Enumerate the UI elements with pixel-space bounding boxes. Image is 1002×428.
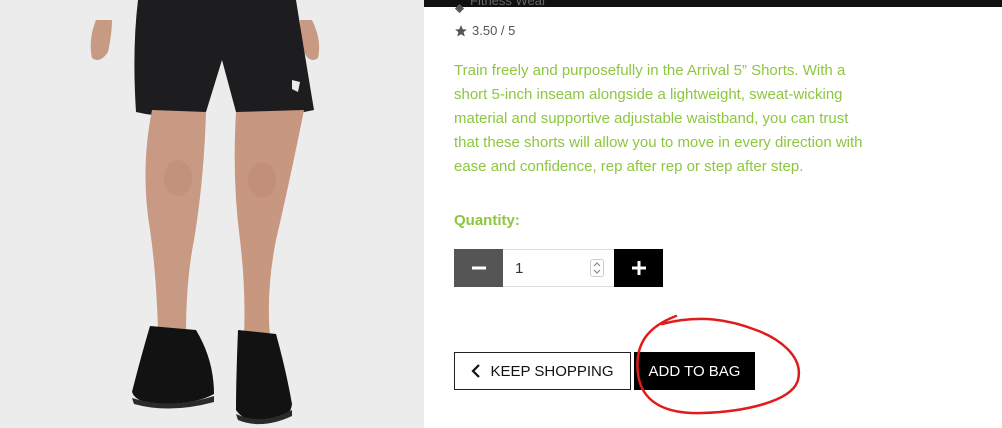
quantity-input[interactable]: 1 <box>503 249 614 287</box>
product-image <box>0 0 424 428</box>
minus-icon <box>471 266 486 270</box>
chevron-left-icon <box>471 364 481 378</box>
add-to-bag-button[interactable]: ADD TO BAG <box>634 352 755 390</box>
increase-quantity-button[interactable] <box>614 249 663 287</box>
keep-shopping-label: KEEP SHOPPING <box>490 362 614 380</box>
quantity-stepper: 1 <box>454 249 663 287</box>
star-icon <box>455 24 467 37</box>
keep-shopping-button[interactable]: KEEP SHOPPING <box>454 352 631 390</box>
model-in-shorts-illustration <box>0 0 424 428</box>
quantity-value: 1 <box>515 259 524 277</box>
product-category: Fitness Wear <box>454 0 546 14</box>
plus-icon <box>631 261 646 275</box>
product-rating: 3.50 / 5 <box>454 23 515 38</box>
product-description: Train freely and purposefully in the Arr… <box>454 62 863 175</box>
add-to-bag-label: ADD TO BAG <box>648 362 741 380</box>
spinner-arrows-icon <box>593 262 601 274</box>
number-spinner[interactable] <box>590 259 604 277</box>
quantity-label: Quantity: <box>454 212 520 229</box>
tag-icon <box>454 3 465 14</box>
rating-value: 3.50 / 5 <box>472 23 516 38</box>
decrease-quantity-button[interactable] <box>454 249 503 287</box>
category-label: Fitness Wear <box>470 0 547 8</box>
